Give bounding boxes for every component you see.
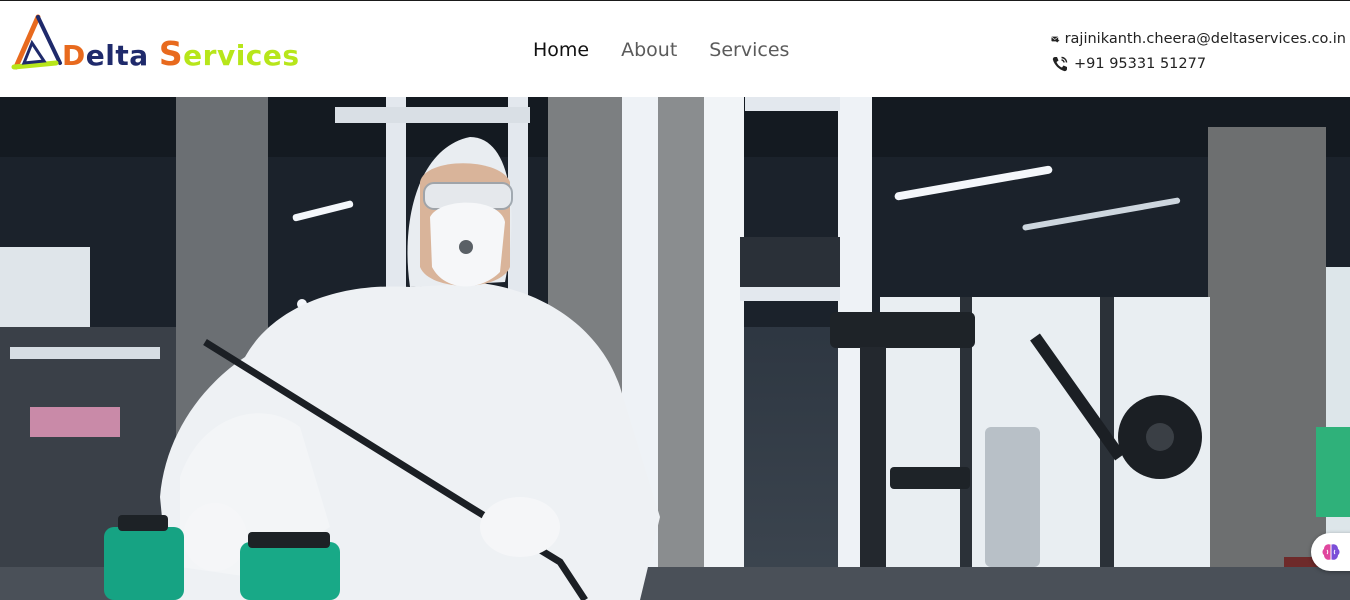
hero-image — [0, 97, 1350, 600]
brand-logo[interactable]: Delta Services — [10, 13, 299, 75]
site-header: Delta Services Home About Services rajin… — [0, 1, 1350, 97]
nav-services[interactable]: Services — [709, 37, 789, 67]
brand-word-services: ervices — [183, 39, 300, 72]
contact-phone[interactable]: +91 95331 51277 — [1074, 56, 1206, 72]
hero-banner — [0, 97, 1350, 600]
brand-initial-s: S — [158, 34, 184, 73]
brand-initial-d: D — [62, 39, 86, 72]
delta-triangle-icon — [11, 14, 62, 70]
main-nav: Home About Services — [533, 37, 789, 67]
phone-row[interactable]: +91 95331 51277 — [1051, 52, 1346, 76]
mail-icon — [1051, 36, 1060, 43]
contact-info: rajinikanth.cheera@deltaservices.co.in +… — [1051, 27, 1346, 77]
ai-assistant-button[interactable] — [1311, 533, 1350, 571]
nav-about[interactable]: About — [621, 37, 677, 67]
email-row[interactable]: rajinikanth.cheera@deltaservices.co.in — [1051, 27, 1346, 51]
brain-icon — [1322, 544, 1340, 560]
contact-email[interactable]: rajinikanth.cheera@deltaservices.co.in — [1065, 31, 1346, 47]
nav-home[interactable]: Home — [533, 37, 589, 67]
brand-name: Delta Services — [62, 37, 300, 70]
brand-word-delta: elta — [85, 39, 159, 72]
phone-icon — [1052, 56, 1068, 72]
